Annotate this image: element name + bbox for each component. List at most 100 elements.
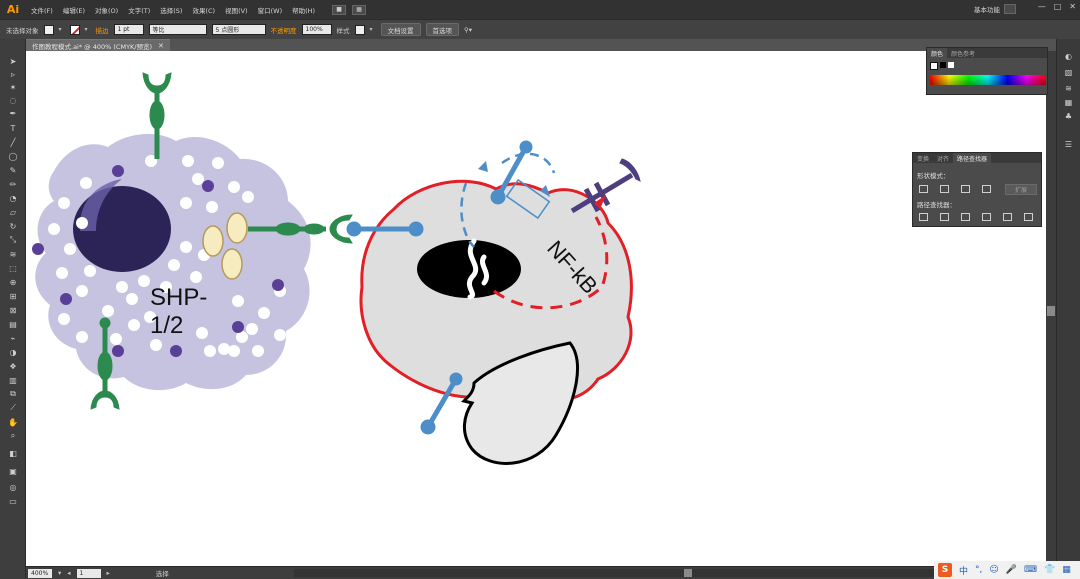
- fill-indicator[interactable]: [930, 62, 938, 70]
- artwork-svg[interactable]: SHP- 1/2 NF-kB: [26, 51, 1046, 566]
- chevron-down-icon[interactable]: ▾: [58, 569, 61, 577]
- line-tool-icon[interactable]: ╱: [6, 136, 20, 148]
- menu-type[interactable]: 文字(T): [123, 5, 155, 15]
- close-icon[interactable]: ✕: [158, 42, 164, 50]
- artboard-number-field[interactable]: 1: [76, 568, 101, 578]
- tab-transform[interactable]: 变换: [913, 153, 933, 163]
- exclude-icon[interactable]: [982, 185, 991, 193]
- punctuation-icon[interactable]: °,: [975, 565, 982, 575]
- emoji-icon[interactable]: ☺: [989, 565, 998, 575]
- workspace-switcher[interactable]: 基本功能: [974, 4, 1000, 14]
- eraser-tool-icon[interactable]: ▱: [6, 206, 20, 218]
- black-swatch[interactable]: [940, 62, 946, 68]
- artboard-tool-icon[interactable]: ⧉: [6, 388, 20, 400]
- stroke-width-field[interactable]: 1 pt: [113, 24, 144, 35]
- pencil-tool-icon[interactable]: ✏: [6, 178, 20, 190]
- free-transform-tool-icon[interactable]: ⬚: [6, 262, 20, 274]
- microphone-icon[interactable]: 🎤: [1006, 565, 1017, 575]
- minus-back-icon[interactable]: [1024, 213, 1033, 221]
- menu-object[interactable]: 对象(O): [90, 5, 123, 15]
- menu-help[interactable]: 帮助(H): [287, 5, 320, 15]
- color-mode-icon[interactable]: ▣: [6, 465, 20, 477]
- fill-stroke-swap-icon[interactable]: ◧: [6, 447, 20, 459]
- minimize-button[interactable]: —: [1038, 2, 1046, 11]
- zoom-field[interactable]: 400%: [28, 568, 52, 578]
- menu-select[interactable]: 选择(S): [155, 5, 187, 15]
- style-swatch[interactable]: [354, 24, 365, 35]
- perspective-grid-tool-icon[interactable]: ⊞: [6, 290, 20, 302]
- menu-view[interactable]: 视图(V): [220, 5, 253, 15]
- vertical-scrollbar[interactable]: [1046, 51, 1056, 566]
- hand-tool-icon[interactable]: ✋: [6, 416, 20, 428]
- selection-tool-icon[interactable]: ➤: [6, 55, 20, 67]
- stroke-label[interactable]: 描边: [96, 25, 109, 35]
- lasso-tool-icon[interactable]: ◌: [6, 94, 20, 106]
- scale-tool-icon[interactable]: ⤡: [6, 234, 20, 246]
- maximize-button[interactable]: □: [1054, 2, 1062, 11]
- status-mode[interactable]: 选择: [156, 568, 169, 578]
- merge-icon[interactable]: [961, 213, 970, 221]
- next-artboard-icon[interactable]: ▸: [107, 569, 110, 577]
- symbol-sprayer-tool-icon[interactable]: ❖: [6, 360, 20, 372]
- tab-color-guide[interactable]: 颜色参考: [947, 48, 979, 58]
- tab-align[interactable]: 对齐: [933, 153, 953, 163]
- minus-front-icon[interactable]: [940, 185, 949, 193]
- chevron-down-icon[interactable]: ▾: [59, 26, 65, 33]
- search-input[interactable]: [1004, 4, 1016, 14]
- document-setup-button[interactable]: 文档设置: [380, 23, 421, 36]
- sogou-icon[interactable]: S: [938, 563, 952, 577]
- menu-effect[interactable]: 效果(C): [187, 5, 220, 15]
- pen-tool-icon[interactable]: ✒: [6, 107, 20, 119]
- intersect-icon[interactable]: [961, 185, 970, 193]
- gradient-tool-icon[interactable]: ▤: [6, 318, 20, 330]
- keyboard-icon[interactable]: ⌨: [1024, 565, 1037, 575]
- menu-edit[interactable]: 编辑(E): [58, 5, 90, 15]
- scroll-thumb[interactable]: [684, 569, 692, 577]
- mesh-tool-icon[interactable]: ⊠: [6, 304, 20, 316]
- shape-builder-tool-icon[interactable]: ⊕: [6, 276, 20, 288]
- direct-selection-tool-icon[interactable]: ▹: [6, 68, 20, 80]
- expand-button[interactable]: 扩展: [1005, 184, 1037, 195]
- menu-window[interactable]: 窗口(W): [253, 5, 288, 15]
- chevron-down-icon[interactable]: ▾: [370, 26, 376, 33]
- magic-wand-tool-icon[interactable]: ✶: [6, 81, 20, 93]
- brush-select[interactable]: 5 点圆形: [211, 24, 266, 35]
- zoom-tool-icon[interactable]: ⌕: [6, 430, 20, 442]
- opacity-field[interactable]: 100%: [301, 24, 332, 35]
- opacity-label[interactable]: 不透明度: [271, 25, 297, 35]
- graph-tool-icon[interactable]: ▥: [6, 374, 20, 386]
- document-tab[interactable]: 作图教程模式.ai* @ 400% (CMYK/预览) ✕: [26, 39, 170, 51]
- unite-icon[interactable]: [919, 185, 928, 193]
- immune-cell[interactable]: SHP- 1/2: [32, 133, 311, 391]
- arrange-icon[interactable]: ⚲▾: [464, 26, 472, 34]
- tab-color[interactable]: 颜色: [927, 48, 948, 58]
- preferences-button[interactable]: 首选项: [425, 23, 459, 36]
- warp-tool-icon[interactable]: ≋: [6, 248, 20, 260]
- toolbox-icon[interactable]: ▦: [1062, 565, 1071, 575]
- divide-icon[interactable]: [919, 213, 928, 221]
- trim-icon[interactable]: [940, 213, 949, 221]
- layers-icon[interactable]: ☰: [1062, 139, 1075, 150]
- first-artboard-icon[interactable]: ◂: [67, 569, 70, 577]
- brushes-icon[interactable]: ≋: [1062, 83, 1075, 94]
- fill-swatch[interactable]: [43, 24, 54, 35]
- skin-icon[interactable]: 👕: [1044, 565, 1055, 575]
- white-swatch[interactable]: [948, 62, 954, 68]
- stroke-profile-select[interactable]: 等比: [148, 24, 207, 35]
- swatches-icon[interactable]: ▦: [1062, 97, 1075, 108]
- type-tool-icon[interactable]: T: [6, 122, 20, 134]
- symbols-icon[interactable]: ♣: [1062, 111, 1075, 122]
- chevron-down-icon[interactable]: ▾: [85, 26, 91, 33]
- rotate-tool-icon[interactable]: ↻: [6, 220, 20, 232]
- ellipse-tool-icon[interactable]: ◯: [6, 150, 20, 162]
- arrange-documents-button[interactable]: ▦: [352, 4, 367, 15]
- drawing-mode-icon[interactable]: ◎: [6, 481, 20, 493]
- bridge-button[interactable]: ■: [332, 4, 347, 15]
- menu-file[interactable]: 文件(F): [26, 5, 58, 15]
- eyedropper-tool-icon[interactable]: ⌁: [6, 332, 20, 344]
- tab-pathfinder[interactable]: 路径查找器: [953, 153, 992, 163]
- color-guide-icon[interactable]: ▧: [1062, 67, 1075, 78]
- color-panel-icon[interactable]: ◐: [1062, 51, 1075, 62]
- outline-icon[interactable]: [1003, 213, 1012, 221]
- blob-brush-tool-icon[interactable]: ◔: [6, 192, 20, 204]
